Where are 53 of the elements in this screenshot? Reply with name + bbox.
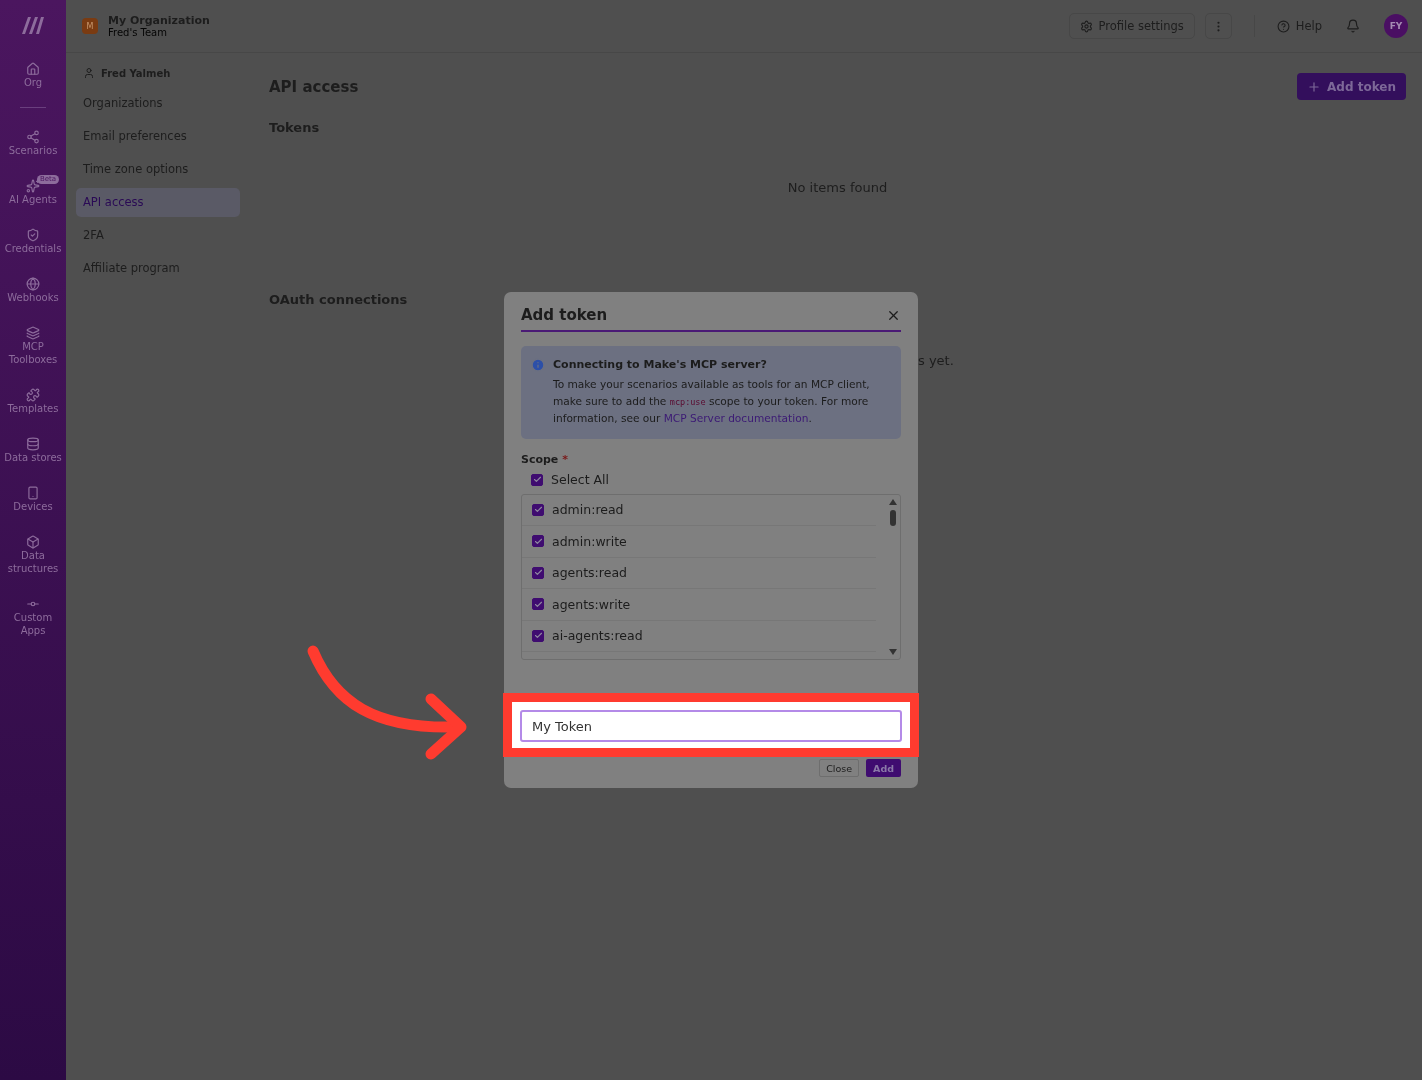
team-name: Fred's Team	[108, 27, 168, 38]
checkbox[interactable]	[532, 598, 544, 611]
rail-item[interactable]: Scenarios	[3, 126, 63, 161]
logo[interactable]	[20, 14, 46, 36]
checkbox-label: admin:write	[552, 533, 627, 549]
share-icon	[26, 130, 40, 144]
rail-item[interactable]: Credentials	[3, 224, 63, 259]
checkbox[interactable]	[531, 473, 543, 486]
nav-item[interactable]: API access	[76, 188, 240, 217]
help-icon	[1276, 19, 1290, 33]
checkbox-label: agents:read	[552, 565, 627, 581]
add-token-button[interactable]: Add token	[1297, 73, 1406, 100]
gear-icon	[1079, 19, 1093, 33]
add-button[interactable]: Add	[866, 759, 901, 777]
checkbox[interactable]	[532, 566, 544, 579]
rail-item[interactable]: Org	[3, 58, 63, 93]
checkbox-label: agents:write	[552, 596, 631, 612]
rail-item[interactable]: Data stores	[3, 433, 63, 468]
close-button[interactable]: Close	[819, 759, 860, 777]
info-icon	[531, 358, 545, 372]
home-icon	[26, 62, 40, 76]
plus-icon	[1307, 79, 1322, 94]
rail-item[interactable]: Templates	[3, 384, 63, 419]
info-text: To make your scenarios available as tools for an MCP client, make sure to add the mcp:use scope to your token. For more information, see our MCP Server documentation.	[553, 377, 871, 426]
rail-item[interactable]: Custom Apps	[3, 593, 63, 641]
user-avatar[interactable]: FY	[1384, 14, 1408, 38]
globe-icon	[26, 277, 40, 291]
checkbox-label: ai-agents:read	[552, 628, 643, 644]
sparkle-icon	[26, 179, 40, 193]
shield-check-icon	[26, 228, 40, 242]
phone-icon	[26, 486, 40, 500]
info-title: Connecting to Make's MCP server?	[553, 358, 768, 371]
rail-item[interactable]: Data structures	[3, 531, 63, 579]
required-mark: *	[562, 452, 568, 466]
checkbox-label: Select All	[551, 472, 610, 487]
database-icon	[26, 437, 40, 451]
dialog-title: Add token	[521, 306, 608, 324]
rail-item[interactable]: Webhooks	[3, 273, 63, 308]
rail-item[interactable]: MCP Toolboxes	[3, 322, 63, 370]
checkbox[interactable]	[532, 503, 544, 516]
label-input[interactable]: My Token	[520, 710, 902, 742]
checkbox-label: admin:read	[552, 502, 624, 518]
field-label: Scope	[521, 452, 559, 466]
layers-icon	[26, 326, 40, 340]
org-avatar: M	[82, 18, 98, 34]
checkbox[interactable]	[532, 535, 544, 548]
bell-icon[interactable]	[1346, 19, 1360, 33]
cube-icon	[26, 535, 40, 549]
user-icon	[83, 67, 95, 79]
puzzle-icon	[26, 388, 40, 402]
rail-item[interactable]: Devices	[3, 482, 63, 517]
checkbox[interactable]	[532, 629, 544, 642]
button-label: Add token	[1327, 79, 1396, 94]
